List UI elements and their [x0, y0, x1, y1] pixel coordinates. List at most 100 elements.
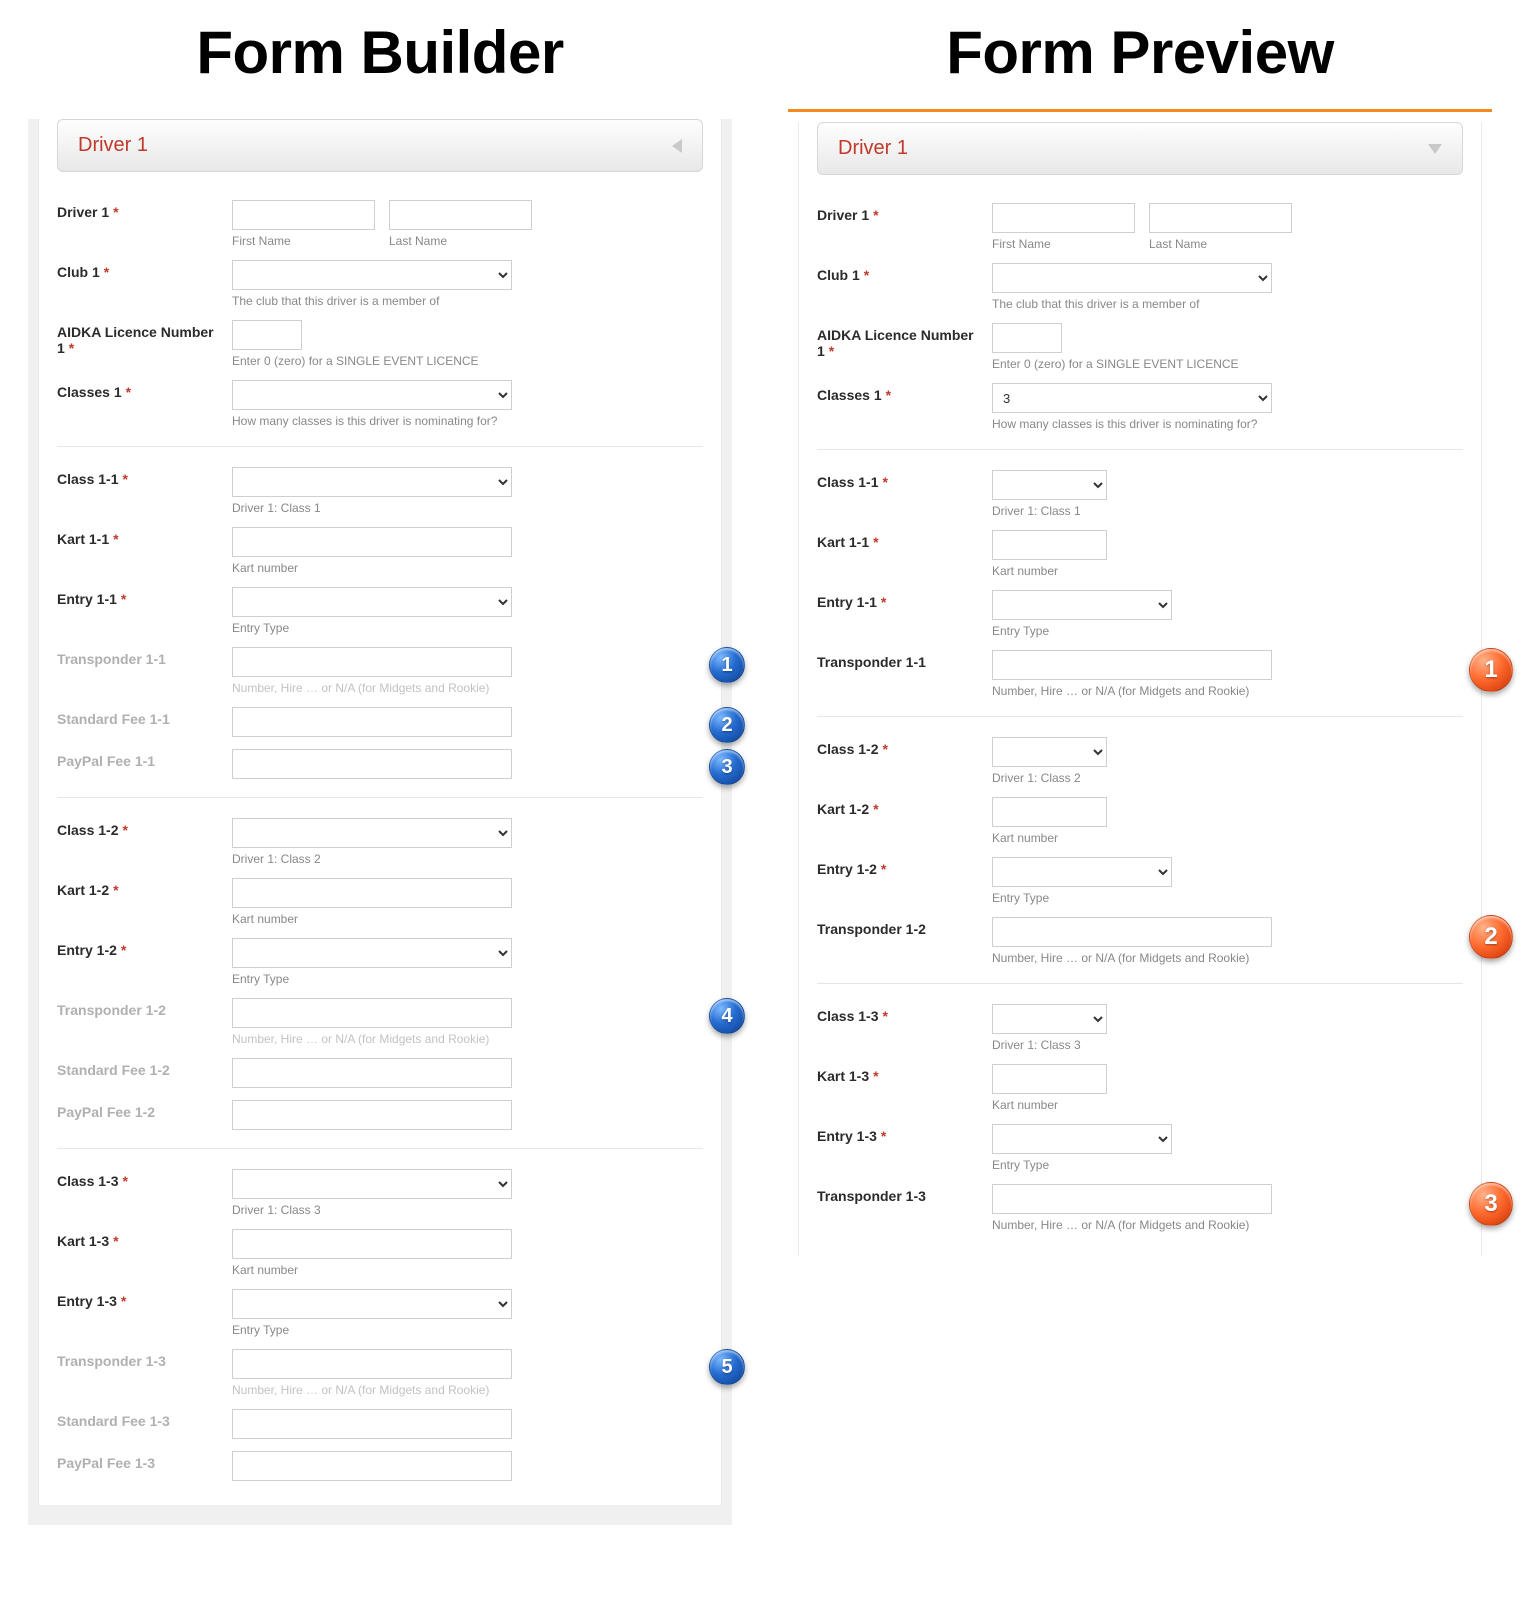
field-row: Entry 1-1* Entry Type: [57, 581, 703, 641]
field-label: Entry 1-2: [57, 942, 117, 958]
transponder-input-1-3[interactable]: [232, 1349, 512, 1379]
field-row: PayPal Fee 1-1 3: [57, 743, 703, 785]
rule: [57, 446, 703, 447]
class-select-p-1-3[interactable]: [992, 1004, 1107, 1034]
help-kart-1-2: Kart number: [232, 912, 703, 926]
form-preview-panel: Driver 1 Driver 1* First Name: [788, 109, 1492, 1276]
ppfee-input-1-3[interactable]: [232, 1451, 512, 1481]
transponder-input-p-1-1[interactable]: [992, 650, 1272, 680]
field-label: Kart 1-3: [817, 1068, 869, 1084]
field-label: Standard Fee 1-3: [57, 1413, 170, 1429]
sublabel-last-p: Last Name: [1149, 237, 1292, 251]
help-transponder-1-2: Number, Hire … or N/A (for Midgets and R…: [232, 1032, 703, 1046]
field-label: Standard Fee 1-1: [57, 711, 170, 727]
field-row: Kart 1-3* Kart number: [57, 1223, 703, 1283]
annotation-bubble-red-3: 3: [1469, 1182, 1513, 1226]
entry-select-1-2[interactable]: [232, 938, 512, 968]
classes-select[interactable]: [232, 380, 512, 410]
annotation-bubble-red-2: 2: [1469, 915, 1513, 959]
field-row: Entry 1-2* Entry Type: [57, 932, 703, 992]
licence-input-p[interactable]: [992, 323, 1062, 353]
field-licence: AIDKA Licence Number 1* Enter 0 (zero) f…: [57, 314, 703, 374]
first-name-input[interactable]: [232, 200, 375, 230]
kart-input-p-1-2[interactable]: [992, 797, 1107, 827]
entry-select-p-1-3[interactable]: [992, 1124, 1172, 1154]
field-row: Transponder 1-2 4 Number, Hire … or N/A …: [57, 992, 703, 1052]
help-kart-1-1: Kart number: [232, 561, 703, 575]
class-select-1-2[interactable]: [232, 818, 512, 848]
licence-input[interactable]: [232, 320, 302, 350]
field-label: Kart 1-1: [57, 531, 109, 547]
class-select-1-1[interactable]: [232, 467, 512, 497]
entry-select-p-1-1[interactable]: [992, 590, 1172, 620]
field-row: Standard Fee 1-1 2: [57, 701, 703, 743]
stdfee-input-1-1[interactable]: [232, 707, 512, 737]
club-select[interactable]: [232, 260, 512, 290]
transponder-input-p-1-3[interactable]: [992, 1184, 1272, 1214]
first-name-input-p[interactable]: [992, 203, 1135, 233]
stdfee-input-1-2[interactable]: [232, 1058, 512, 1088]
field-row: Class 1-2* Driver 1: Class 2: [57, 812, 703, 872]
entry-select-p-1-2[interactable]: [992, 857, 1172, 887]
entry-select-1-1[interactable]: [232, 587, 512, 617]
field-label: Entry 1-1: [817, 594, 877, 610]
label-club: Club 1: [57, 264, 100, 280]
transponder-input-p-1-2[interactable]: [992, 917, 1272, 947]
kart-input-p-1-3[interactable]: [992, 1064, 1107, 1094]
field-label: PayPal Fee 1-1: [57, 753, 155, 769]
class-select-p-1-1[interactable]: [992, 470, 1107, 500]
annotation-bubble-3: 3: [709, 749, 745, 785]
accordion-header[interactable]: Driver 1: [57, 119, 703, 172]
ppfee-input-1-1[interactable]: [232, 749, 512, 779]
classes-select-p[interactable]: 3: [992, 383, 1272, 413]
field-club: Club 1* The club that this driver is a m…: [57, 254, 703, 314]
help-entry-p-1-3: Entry Type: [992, 1158, 1463, 1172]
help-class-p-1-2: Driver 1: Class 2: [992, 771, 1463, 785]
help-class-p-1-1: Driver 1: Class 1: [992, 504, 1463, 518]
help-kart-p-1-2: Kart number: [992, 831, 1463, 845]
field-row: Entry 1-3* Entry Type: [57, 1283, 703, 1343]
field-row: Entry 1-3* Entry Type: [817, 1118, 1463, 1178]
help-entry-1-3: Entry Type: [232, 1323, 703, 1337]
help-classes-p: How many classes is this driver is nomin…: [992, 417, 1463, 431]
transponder-input-1-2[interactable]: [232, 998, 512, 1028]
rule: [817, 983, 1463, 984]
field-label: Transponder 1-3: [817, 1188, 926, 1204]
last-name-input[interactable]: [389, 200, 532, 230]
annotation-bubble-5: 5: [709, 1349, 745, 1385]
label-classes: Classes 1: [57, 384, 122, 400]
field-row: PayPal Fee 1-3: [57, 1445, 703, 1487]
field-row: Kart 1-2* Kart number: [817, 791, 1463, 851]
rule: [817, 716, 1463, 717]
field-row: Class 1-3* Driver 1: Class 3: [57, 1163, 703, 1223]
ppfee-input-1-2[interactable]: [232, 1100, 512, 1130]
chevron-left-icon: [672, 139, 682, 153]
label-driver-p: Driver 1: [817, 207, 869, 223]
entry-select-1-3[interactable]: [232, 1289, 512, 1319]
club-select-p[interactable]: [992, 263, 1272, 293]
builder-title: Form Builder: [0, 18, 760, 87]
class-select-1-3[interactable]: [232, 1169, 512, 1199]
field-row: Class 1-3* Driver 1: Class 3: [817, 998, 1463, 1058]
class-select-p-1-2[interactable]: [992, 737, 1107, 767]
help-club-p: The club that this driver is a member of: [992, 297, 1463, 311]
help-class-1-3: Driver 1: Class 3: [232, 1203, 703, 1217]
field-label: Kart 1-2: [817, 801, 869, 817]
field-classes-preview: Classes 1* 3 How many classes is this dr…: [817, 377, 1463, 437]
form-builder-panel: Driver 1 Driver 1*: [28, 119, 732, 1525]
field-label: Entry 1-3: [57, 1293, 117, 1309]
accordion-title: Driver 1: [78, 134, 148, 157]
sublabel-first: First Name: [232, 234, 375, 248]
rule: [57, 797, 703, 798]
field-label: Class 1-2: [817, 741, 878, 757]
transponder-input-1-1[interactable]: [232, 647, 512, 677]
kart-input-1-2[interactable]: [232, 878, 512, 908]
kart-input-p-1-1[interactable]: [992, 530, 1107, 560]
accordion-header-preview[interactable]: Driver 1: [817, 122, 1463, 175]
help-class-1-1: Driver 1: Class 1: [232, 501, 703, 515]
stdfee-input-1-3[interactable]: [232, 1409, 512, 1439]
kart-input-1-3[interactable]: [232, 1229, 512, 1259]
last-name-input-p[interactable]: [1149, 203, 1292, 233]
kart-input-1-1[interactable]: [232, 527, 512, 557]
label-club-p: Club 1: [817, 267, 860, 283]
